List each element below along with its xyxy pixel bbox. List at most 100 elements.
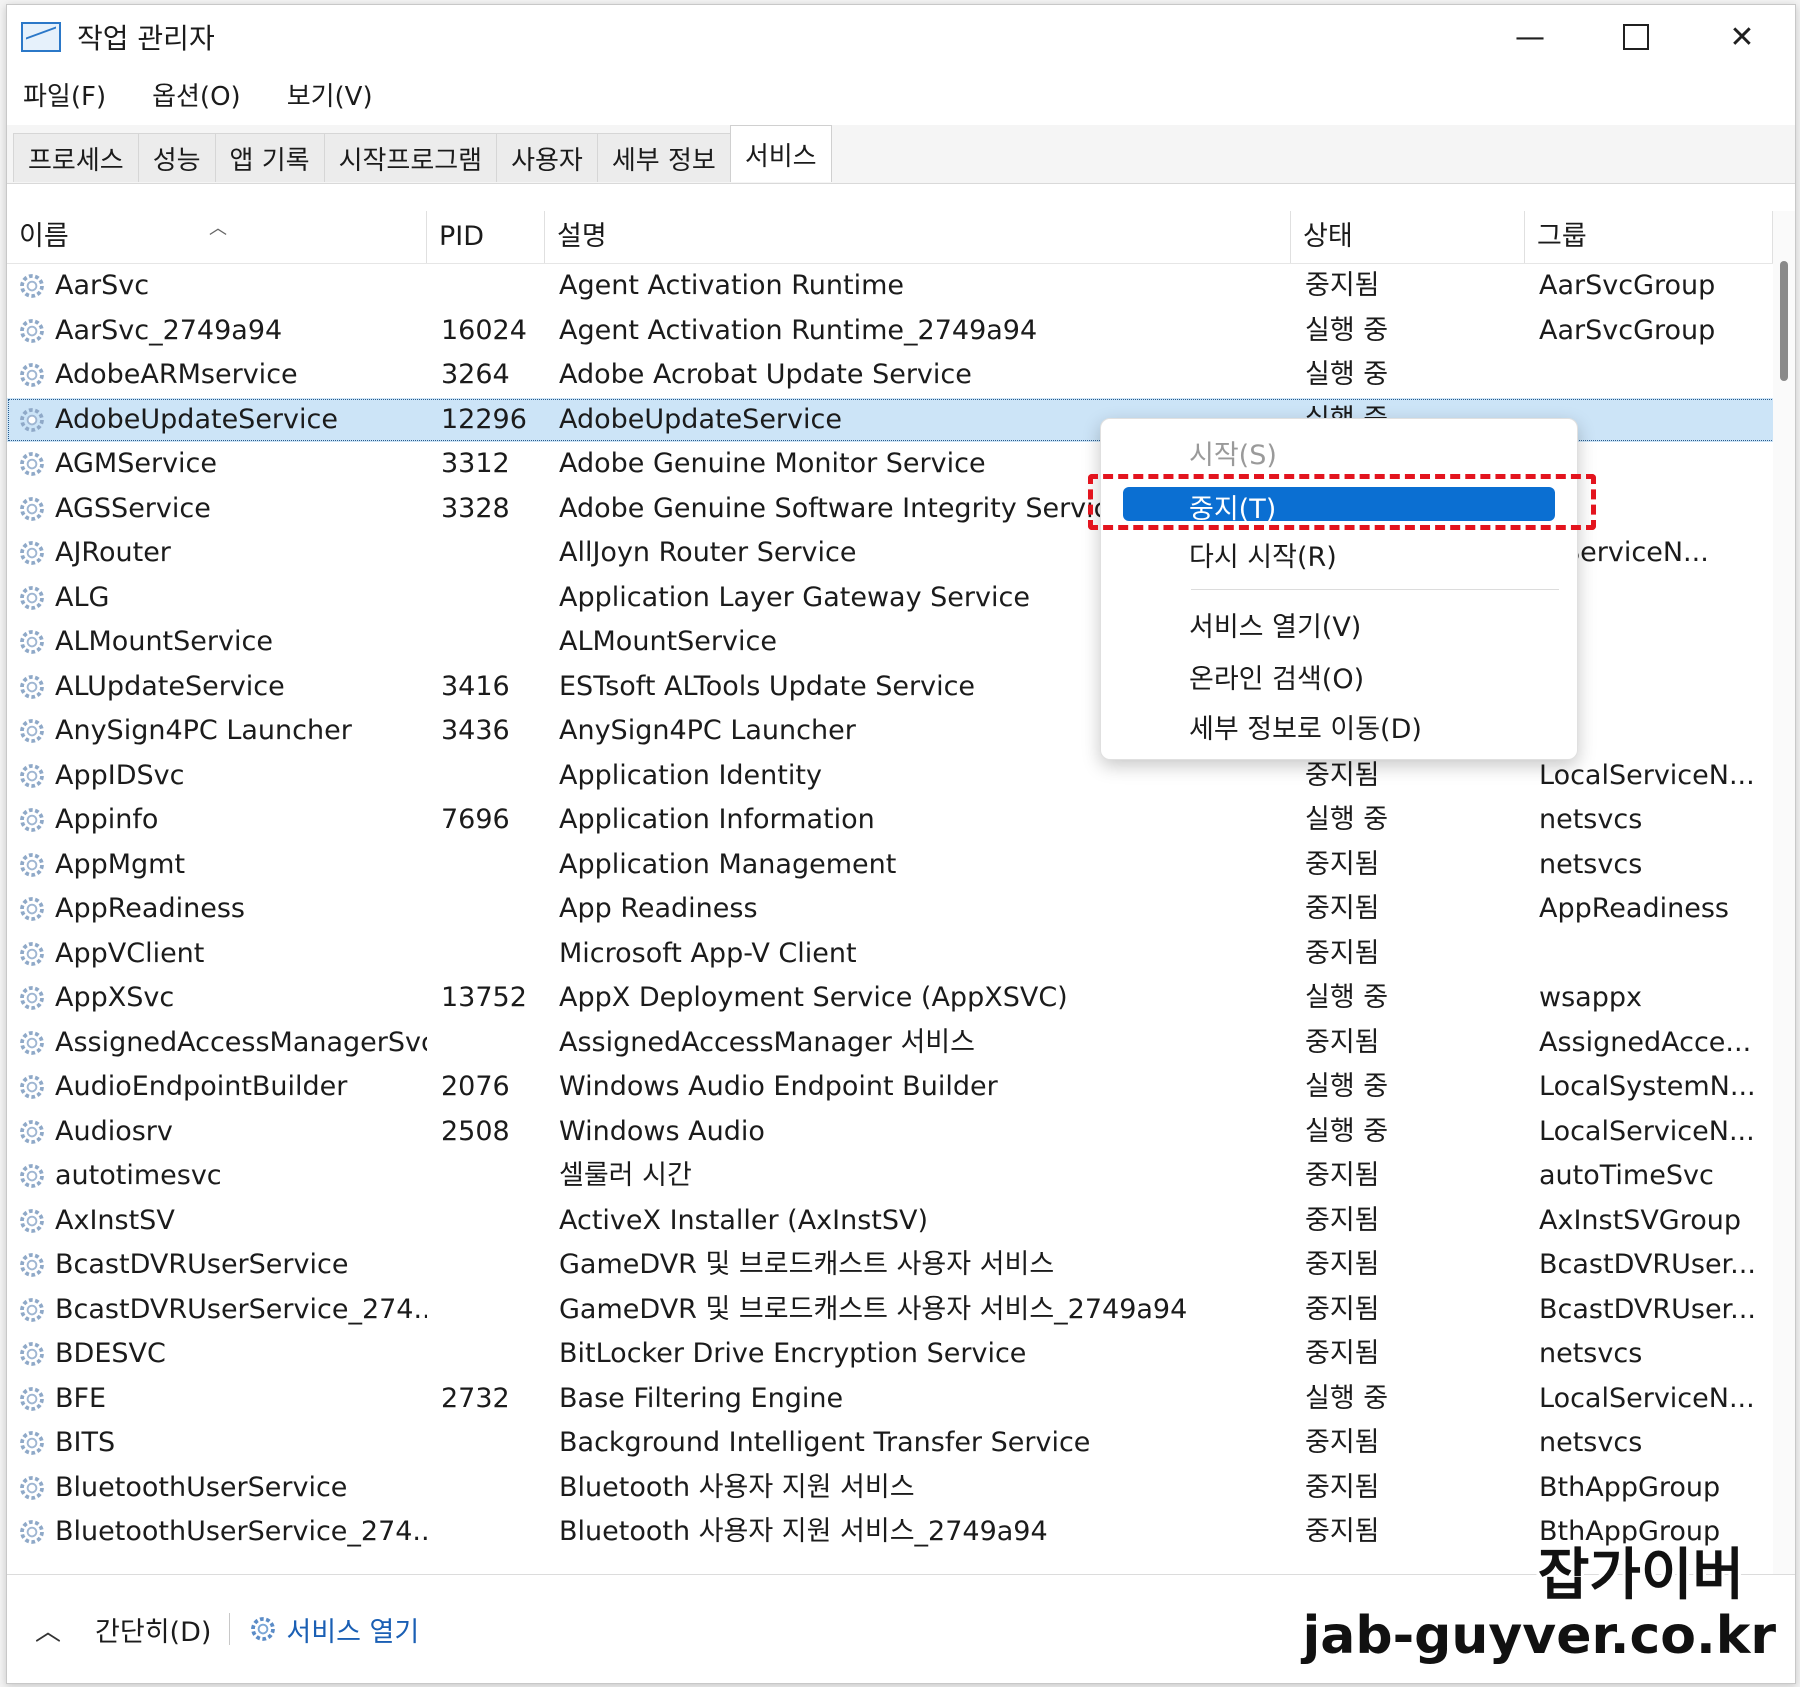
gear-icon bbox=[20, 1164, 44, 1189]
table-row[interactable]: Appinfo 7696 Application Information 실행 중 ne… bbox=[7, 798, 1795, 843]
context-restart[interactable]: 다시 시작(R) bbox=[1189, 535, 1337, 574]
tab-services[interactable]: 서비스 bbox=[729, 125, 832, 182]
table-row[interactable]: AppIDSvc Application Identity 중지됨 LocalServ… bbox=[7, 754, 1795, 799]
service-description: Bluetooth 사용자 지원 서비스_2749a94 bbox=[559, 1516, 1048, 1547]
table-row[interactable]: AarSvc_2749a94 16024 Agent Activation Runt… bbox=[7, 309, 1795, 354]
table-row[interactable]: AarSvc Agent Activation Runtime 중지됨 AarSvcG… bbox=[7, 264, 1795, 309]
gear-icon bbox=[20, 1208, 44, 1233]
service-status: 중지됨 bbox=[1305, 759, 1380, 791]
table-row[interactable]: AppXSvc 13752 AppX Deployment Service (App… bbox=[7, 976, 1795, 1021]
service-group: AxInstSVGroup bbox=[1539, 1204, 1741, 1236]
menu-options[interactable]: 옵션(O) bbox=[146, 72, 247, 117]
maximize-icon bbox=[1623, 24, 1649, 50]
service-description: Windows Audio Endpoint Builder bbox=[559, 1071, 998, 1102]
service-name-cell: AppVClient bbox=[17, 932, 427, 977]
table-row[interactable]: AdobeARMservice 3264 Adobe Acrobat Update … bbox=[7, 353, 1795, 398]
table-row[interactable]: AssignedAccessManagerSvc AssignedAccessMa… bbox=[7, 1021, 1795, 1066]
context-search-online[interactable]: 온라인 검색(O) bbox=[1189, 657, 1364, 696]
tab-performance[interactable]: 성능 bbox=[137, 133, 216, 182]
table-row[interactable]: BITS Background Intelligent Transfer Serv… bbox=[7, 1421, 1795, 1466]
column-header-status[interactable]: 상태 bbox=[1291, 211, 1525, 263]
service-name: BFE bbox=[55, 1382, 107, 1414]
gear-icon bbox=[20, 363, 44, 388]
service-description: Microsoft App-V Client bbox=[559, 937, 857, 969]
table-row[interactable]: BFE 2732 Base Filtering Engine 실행 중 LocalSer… bbox=[7, 1377, 1795, 1422]
service-name-cell: BluetoothUserService bbox=[17, 1466, 427, 1511]
chevron-up-icon[interactable]: ︿ bbox=[35, 1611, 61, 1648]
service-status: 중지됨 bbox=[1305, 1516, 1380, 1547]
close-button[interactable]: ✕ bbox=[1689, 5, 1795, 69]
tab-startup[interactable]: 시작프로그램 bbox=[323, 133, 498, 182]
table-row[interactable]: BluetoothUserService_274... Bluetooth 사용자… bbox=[7, 1510, 1795, 1555]
tab-details[interactable]: 세부 정보 bbox=[596, 133, 731, 182]
table-row[interactable]: BDESVC BitLocker Drive Encryption Service… bbox=[7, 1332, 1795, 1377]
gear-icon bbox=[20, 941, 44, 966]
fewer-details-link[interactable]: 간단히(D) bbox=[95, 1610, 211, 1649]
service-pid: 3436 bbox=[441, 715, 510, 746]
service-status: 중지됨 bbox=[1305, 1249, 1380, 1280]
service-name-cell: AssignedAccessManagerSvc bbox=[17, 1021, 427, 1066]
service-pid: 13752 bbox=[441, 982, 527, 1013]
service-pid: 7696 bbox=[441, 804, 510, 835]
table-row[interactable]: BcastDVRUserService GameDVR 및 브로드캐스트 사용자 … bbox=[7, 1243, 1795, 1288]
column-header-group[interactable]: 그룹 bbox=[1525, 211, 1773, 263]
service-status: 중지됨 bbox=[1305, 1293, 1380, 1325]
vertical-scrollbar[interactable] bbox=[1773, 211, 1795, 1575]
table-row[interactable]: AudioEndpointBuilder 2076 Windows Audio En… bbox=[7, 1065, 1795, 1110]
context-open-services[interactable]: 서비스 열기(V) bbox=[1189, 605, 1361, 644]
service-status: 실행 중 bbox=[1305, 314, 1389, 346]
table-row[interactable]: BluetoothUserService Bluetooth 사용자 지원 서비스… bbox=[7, 1466, 1795, 1511]
table-row[interactable]: AxInstSV ActiveX Installer (AxInstSV) 중지됨 A… bbox=[7, 1199, 1795, 1244]
service-name-cell: ALMountService bbox=[17, 620, 427, 665]
table-row[interactable]: autotimesvc 셀룰러 시간 중지됨 autoTimeSvc bbox=[7, 1154, 1795, 1199]
service-description: Background Intelligent Transfer Service bbox=[559, 1427, 1091, 1458]
service-group: BcastDVRUser... bbox=[1539, 1249, 1756, 1280]
minimize-button[interactable]: — bbox=[1477, 5, 1583, 69]
service-name: AdobeARMservice bbox=[55, 359, 298, 390]
service-name-cell: BITS bbox=[17, 1421, 427, 1466]
maximize-button[interactable] bbox=[1583, 5, 1689, 69]
menu-view[interactable]: 보기(V) bbox=[281, 72, 379, 117]
service-name: BcastDVRUserService_274... bbox=[55, 1293, 427, 1325]
service-pid: 16024 bbox=[441, 314, 527, 346]
gear-icon bbox=[20, 1075, 44, 1100]
context-start[interactable]: 시작(S) bbox=[1189, 433, 1277, 472]
column-header-name[interactable]: 이름 ︿ bbox=[7, 211, 427, 263]
tab-processes[interactable]: 프로세스 bbox=[13, 133, 139, 182]
service-name: AppIDSvc bbox=[55, 759, 185, 791]
tab-users[interactable]: 사용자 bbox=[496, 133, 598, 182]
scrollbar-thumb[interactable] bbox=[1780, 261, 1788, 381]
table-row[interactable]: AppVClient Microsoft App-V Client 중지됨 bbox=[7, 932, 1795, 977]
context-go-to-details[interactable]: 세부 정보로 이동(D) bbox=[1189, 707, 1422, 746]
service-pid bbox=[441, 1199, 551, 1244]
table-row[interactable]: AppMgmt Application Management 중지됨 netsvcs bbox=[7, 843, 1795, 888]
service-name: BluetoothUserService_274... bbox=[55, 1516, 427, 1547]
gear-icon bbox=[20, 852, 44, 877]
service-name-cell: AarSvc_2749a94 bbox=[17, 309, 427, 354]
service-group: netsvcs bbox=[1539, 848, 1643, 880]
service-description: AssignedAccessManager 서비스 bbox=[559, 1026, 975, 1058]
column-header-description[interactable]: 설명 bbox=[545, 211, 1291, 263]
service-status: 중지됨 bbox=[1305, 848, 1380, 880]
open-services-link[interactable]: 서비스 열기 bbox=[248, 1610, 419, 1649]
service-status: 중지됨 bbox=[1305, 1160, 1380, 1191]
menu-file[interactable]: 파일(F) bbox=[17, 72, 112, 117]
service-status: 실행 중 bbox=[1305, 982, 1389, 1013]
tab-app-history[interactable]: 앱 기록 bbox=[214, 133, 325, 182]
service-pid bbox=[441, 1421, 551, 1466]
gear-icon bbox=[20, 630, 44, 655]
service-pid bbox=[441, 1466, 551, 1511]
table-row[interactable]: AppReadiness App Readiness 중지됨 AppReadiness bbox=[7, 887, 1795, 932]
table-row[interactable]: BcastDVRUserService_274... GameDVR 및 브로드캐… bbox=[7, 1288, 1795, 1333]
service-pid: 2508 bbox=[441, 1115, 510, 1147]
service-name-cell: ALG bbox=[17, 576, 427, 621]
window-title: 작업 관리자 bbox=[77, 22, 215, 55]
service-name: AdobeUpdateService bbox=[55, 403, 338, 435]
column-header-pid[interactable]: PID bbox=[427, 211, 545, 263]
service-name: AssignedAccessManagerSvc bbox=[55, 1026, 427, 1058]
service-status: 중지됨 bbox=[1305, 1427, 1380, 1458]
table-row[interactable]: Audiosrv 2508 Windows Audio 실행 중 LocalServic… bbox=[7, 1110, 1795, 1155]
service-group: LocalServiceN... bbox=[1539, 759, 1755, 791]
service-status: 중지됨 bbox=[1305, 1026, 1380, 1058]
service-name-cell: AppMgmt bbox=[17, 843, 427, 888]
